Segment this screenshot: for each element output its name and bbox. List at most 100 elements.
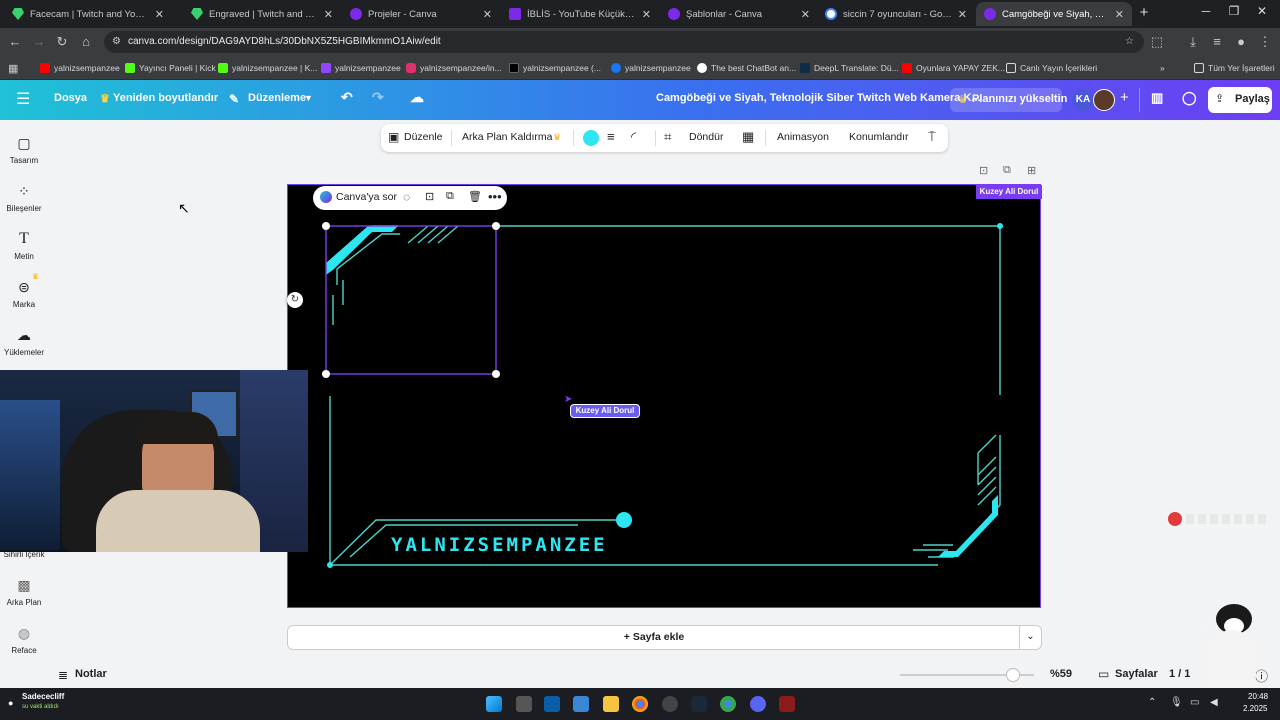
back-icon[interactable]: ← xyxy=(6,34,24,50)
tray-overflow-icon[interactable]: ⌃ xyxy=(1148,697,1156,708)
pages-button[interactable]: Sayfalar xyxy=(1115,668,1158,680)
bookmark-item[interactable]: DeepL Translate: Dü... xyxy=(800,61,899,75)
document-title[interactable]: Camgöbeği ve Siyah, Teknolojik Siber Twi… xyxy=(656,92,981,104)
media-icon[interactable]: ≡ xyxy=(1208,34,1226,50)
minimize-icon[interactable]: ─ xyxy=(1196,4,1216,18)
network-icon[interactable]: ▭ xyxy=(1190,697,1199,708)
file-menu[interactable]: Dosya xyxy=(54,92,87,104)
more-bookmarks-icon[interactable]: » xyxy=(1160,61,1165,75)
chrome-icon[interactable] xyxy=(632,696,648,712)
position-button[interactable]: Konumlandır xyxy=(849,131,909,143)
crop-icon[interactable]: ⌗ xyxy=(664,129,671,145)
zoom-slider[interactable] xyxy=(900,668,1034,682)
obs-icon[interactable] xyxy=(662,696,678,712)
ask-canva-button[interactable]: Canva'ya sor xyxy=(336,191,397,203)
rotate-handle-icon[interactable]: ↻ xyxy=(287,292,303,308)
tab-projeler[interactable]: Projeler - Canva ✕ xyxy=(342,2,500,26)
bookmark-star-icon[interactable]: ☆ xyxy=(1125,31,1134,53)
sidebar-item-elements[interactable]: ⁘ Bileşenler xyxy=(0,182,48,213)
bookmark-item[interactable]: yalnizsempanzee/in... xyxy=(406,61,502,75)
sidebar-item-brand[interactable]: ⊜ Marka ♛ xyxy=(0,272,48,309)
avatar-initials[interactable]: KA xyxy=(1072,89,1094,111)
avatar[interactable] xyxy=(1093,89,1115,111)
add-collaborator-icon[interactable]: + xyxy=(1120,89,1129,106)
bookmark-item[interactable]: yalnizsempanzee xyxy=(40,61,120,75)
volume-icon[interactable]: ◀ xyxy=(1210,697,1218,708)
duplicate-page-icon[interactable]: ⧉ xyxy=(1003,164,1011,177)
sidebar-item-background[interactable]: ▩ Arka Plan xyxy=(0,576,48,607)
bookmark-item[interactable]: The best ChatBot an... xyxy=(697,61,796,75)
add-page-icon[interactable]: ⊞ xyxy=(1027,164,1036,177)
share-button[interactable]: ⇪ Paylaş xyxy=(1208,87,1272,113)
add-page-button[interactable]: + Sayfa ekle xyxy=(287,625,1021,650)
tab-google-search[interactable]: siccin 7 oyuncuları - Google'da ✕ xyxy=(817,2,975,26)
chrome-profile-icon[interactable] xyxy=(720,696,736,712)
edit-image-button[interactable]: Düzenle xyxy=(404,131,443,143)
more-options-icon[interactable]: ••• xyxy=(488,189,502,204)
close-tab-icon[interactable]: ✕ xyxy=(958,8,967,21)
bookmark-item[interactable]: Yayıncı Paneli | Kick xyxy=(125,61,216,75)
extensions-icon[interactable]: ⬚ xyxy=(1148,34,1166,50)
zoom-level[interactable]: %59 xyxy=(1050,668,1072,680)
microphone-icon[interactable]: 🎙 xyxy=(1170,697,1183,708)
winrar-icon[interactable] xyxy=(779,696,795,712)
store-icon[interactable] xyxy=(544,696,560,712)
chevron-down-icon[interactable]: ⌄ xyxy=(1019,625,1042,650)
bookmark-item[interactable]: Oyunlara YAPAY ZEK... xyxy=(902,61,1005,75)
comment-add-icon[interactable]: ◌ xyxy=(403,190,410,204)
file-explorer-icon[interactable] xyxy=(603,696,619,712)
remove-background-button[interactable]: Arka Plan Kaldırma xyxy=(462,131,552,143)
steam-icon[interactable] xyxy=(691,696,707,712)
profile-icon[interactable]: ● xyxy=(1232,34,1250,50)
restore-icon[interactable]: ❐ xyxy=(1224,4,1244,18)
close-tab-icon[interactable]: ✕ xyxy=(324,8,333,21)
bookmark-item[interactable]: yalnizsempanzee (... xyxy=(509,61,601,75)
edit-mode-menu[interactable]: Düzenleme xyxy=(248,92,306,104)
close-tab-icon[interactable]: ✕ xyxy=(1115,8,1124,21)
hamburger-menu-icon[interactable]: ☰ xyxy=(16,89,30,109)
forward-icon[interactable]: → xyxy=(30,34,48,50)
comment-icon[interactable]: ◯ xyxy=(1182,90,1197,106)
sidebar-item-text[interactable]: T Metin xyxy=(0,230,48,261)
apps-grid-icon[interactable]: ▦ xyxy=(8,61,18,75)
sidebar-item-design[interactable]: ▢ Tasarım xyxy=(0,134,48,165)
undo-icon[interactable]: ↶ xyxy=(341,89,353,106)
reload-icon[interactable]: ↻ xyxy=(53,34,71,50)
tab-engraved[interactable]: Engraved | Twitch and Youtube ✕ xyxy=(183,2,341,26)
download-icon[interactable]: ⤓ xyxy=(1184,34,1202,50)
new-tab-icon[interactable]: + xyxy=(1134,4,1154,21)
trash-icon[interactable]: 🗑 xyxy=(468,190,482,203)
discord-icon[interactable] xyxy=(750,696,766,712)
transparency-icon[interactable]: ▦ xyxy=(742,129,754,145)
start-menu-icon[interactable] xyxy=(486,696,502,712)
address-bar[interactable]: ⚙ canva.com/design/DAG9AYD8hLs/30DbNX5Z5… xyxy=(104,31,1144,53)
lock-icon[interactable]: ⊡ xyxy=(425,190,434,203)
lock-icon[interactable]: ⊡ xyxy=(979,164,988,177)
tab-active-design[interactable]: Camgöbeği ve Siyah, Teknolojik ✕ xyxy=(976,2,1132,26)
tab-sablonlar[interactable]: Şablonlar - Canva ✕ xyxy=(660,2,818,26)
upgrade-button[interactable]: ♛ Planınızı yükseltin xyxy=(950,88,1067,112)
chevron-down-icon[interactable]: ▼ xyxy=(304,93,313,103)
duplicate-icon[interactable]: ⧉ xyxy=(446,190,454,203)
insights-chart-icon[interactable]: ▥ xyxy=(1151,90,1163,106)
menu-icon[interactable]: ⋮ xyxy=(1256,34,1274,50)
home-icon[interactable]: ⌂ xyxy=(77,34,95,50)
close-tab-icon[interactable]: ✕ xyxy=(801,8,810,21)
bookmark-item[interactable]: yalnizsempanzee xyxy=(321,61,401,75)
redo-icon[interactable]: ↷ xyxy=(372,89,384,106)
bookmark-item[interactable]: yalnizsempanzee | K... xyxy=(218,61,317,75)
cloud-save-icon[interactable]: ☁ xyxy=(410,89,424,106)
color-swatch[interactable] xyxy=(583,130,599,146)
close-tab-icon[interactable]: ✕ xyxy=(483,8,492,21)
tab-iblis[interactable]: İBLİS - YouTube Küçük Resmi ✕ xyxy=(501,2,659,26)
all-bookmarks[interactable]: Tüm Yer İşaretleri xyxy=(1194,61,1275,75)
notes-button[interactable]: Notlar xyxy=(75,668,107,680)
close-window-icon[interactable]: ✕ xyxy=(1252,4,1272,18)
paint-format-icon[interactable]: ⍑ xyxy=(928,129,936,145)
animation-button[interactable]: Animasyon xyxy=(777,131,829,143)
resize-button[interactable]: Yeniden boyutlandır xyxy=(113,92,218,104)
close-tab-icon[interactable]: ✕ xyxy=(642,8,651,21)
tab-facecam[interactable]: Facecam | Twitch and Youtube ✕ xyxy=(4,2,172,26)
zoom-slider-thumb[interactable] xyxy=(1006,668,1020,682)
line-weight-icon[interactable]: ≡ xyxy=(607,129,615,144)
